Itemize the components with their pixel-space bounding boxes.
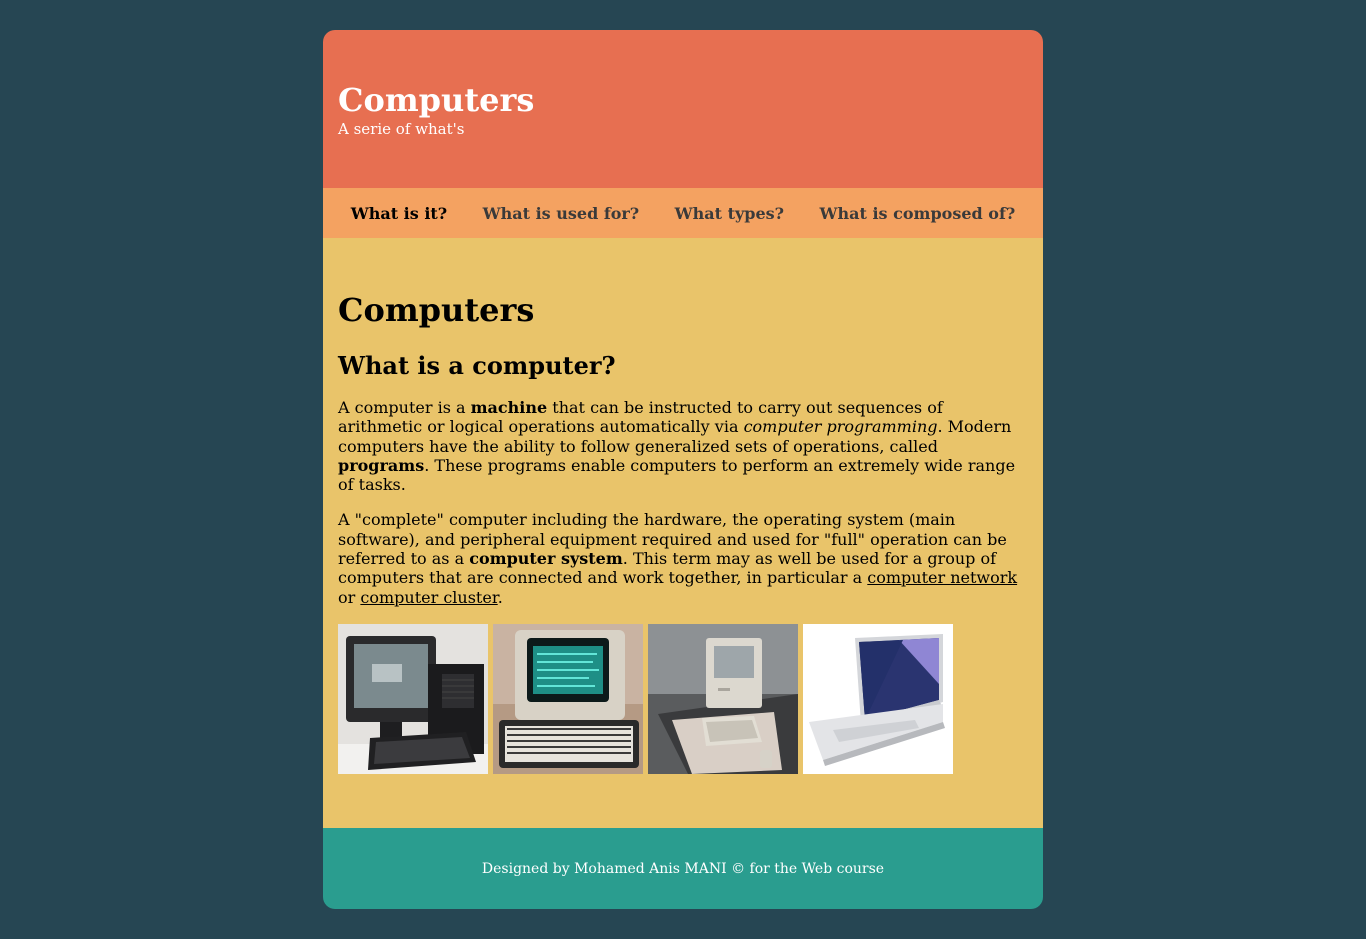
page-container: Computers A serie of what's What is it? …: [323, 30, 1043, 909]
text-run: or: [338, 587, 361, 607]
main-nav: What is it? What is used for? What types…: [323, 188, 1043, 238]
site-title: Computers: [338, 81, 535, 119]
site-footer: Designed by Mohamed Anis MANI © for the …: [323, 828, 1043, 909]
vintage-terminal-photo: [493, 623, 643, 774]
text-run: A computer is a: [338, 398, 471, 417]
bold-term-computer-system: computer system: [469, 549, 623, 569]
section-heading: What is a computer?: [338, 351, 616, 380]
text-run: . These programs enable computers to per…: [338, 455, 1016, 495]
site-subtitle: A serie of what's: [338, 120, 465, 138]
page-title: Computers: [338, 291, 535, 329]
laptop-photo: [803, 623, 953, 774]
bold-term-programs: programs: [338, 455, 425, 475]
paragraph-system: A "complete" computer including the hard…: [338, 510, 1028, 606]
text-run: .: [497, 587, 503, 607]
link-computer-cluster[interactable]: computer cluster: [360, 588, 497, 607]
nav-item-what-is-used-for[interactable]: What is used for?: [483, 204, 640, 223]
main-content: Computers What is a computer? A computer…: [323, 238, 1043, 828]
macintosh-photo: [648, 623, 798, 774]
footer-credit: Designed by Mohamed Anis MANI © for the …: [481, 860, 885, 877]
site-header: Computers A serie of what's: [323, 30, 1043, 188]
nav-item-what-is-composed-of[interactable]: What is composed of?: [820, 204, 1016, 223]
link-computer-network[interactable]: computer network: [867, 568, 1017, 587]
image-gallery: [338, 623, 1028, 774]
paragraph-definition: A computer is a machine that can be inst…: [338, 398, 1028, 494]
nav-item-what-is-it[interactable]: What is it?: [351, 204, 447, 223]
next-computer-photo: [338, 623, 488, 774]
bold-term-machine: machine: [470, 398, 548, 417]
nav-item-what-types[interactable]: What types?: [675, 204, 784, 223]
italic-term-programming: computer programming: [743, 417, 938, 437]
